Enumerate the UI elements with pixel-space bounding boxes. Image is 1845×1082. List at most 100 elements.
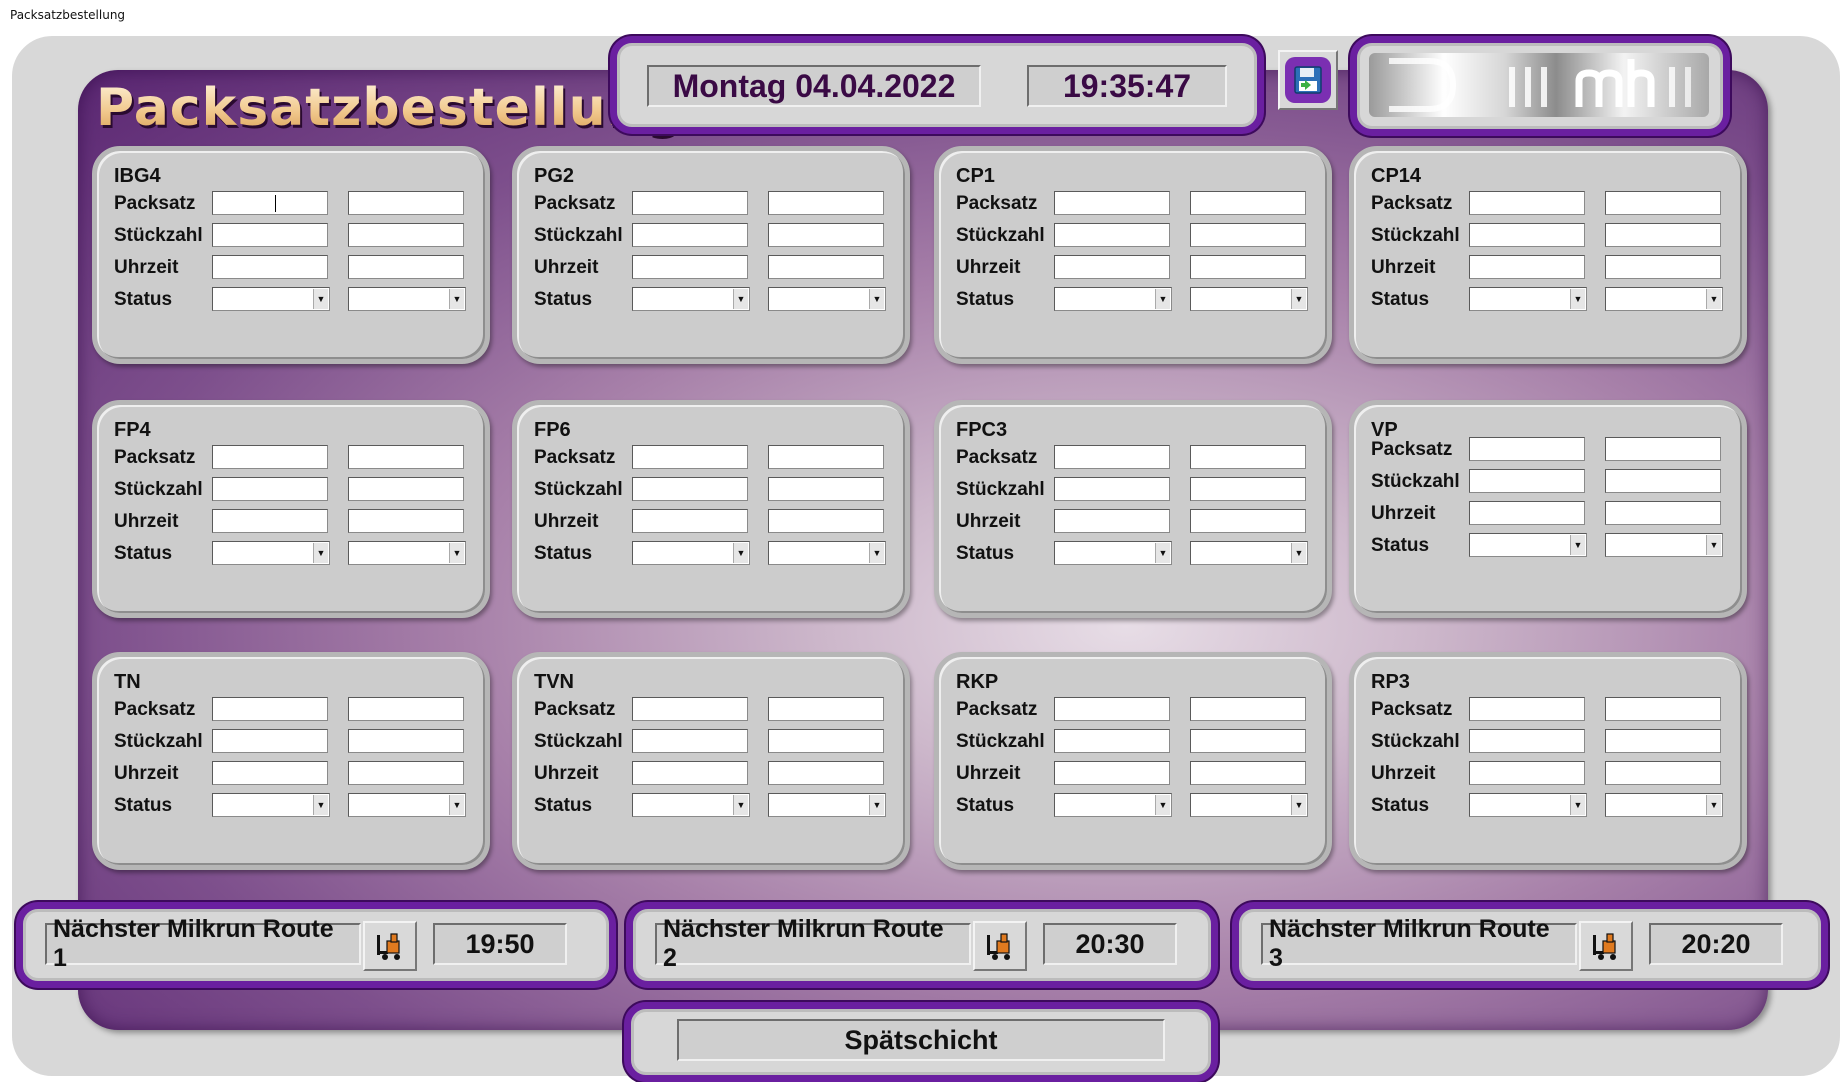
status-select-2[interactable]: ▼	[1190, 287, 1308, 311]
chevron-down-icon[interactable]: ▼	[733, 795, 748, 815]
uhrzeit-field-2[interactable]	[768, 255, 884, 279]
uhrzeit-field-2[interactable]	[1190, 509, 1306, 533]
forklift-icon[interactable]	[363, 921, 417, 971]
stueckzahl-field-2[interactable]	[1605, 469, 1721, 493]
status-select-1[interactable]: ▼	[212, 793, 330, 817]
packsatz-field-2[interactable]	[1190, 445, 1306, 469]
uhrzeit-field-1[interactable]	[1469, 501, 1585, 525]
stueckzahl-field-2[interactable]	[1605, 223, 1721, 247]
status-select-2[interactable]: ▼	[768, 287, 886, 311]
packsatz-field-1[interactable]	[212, 445, 328, 469]
uhrzeit-field-2[interactable]	[1605, 255, 1721, 279]
packsatz-field-2[interactable]	[768, 697, 884, 721]
stueckzahl-field-1[interactable]	[212, 223, 328, 247]
status-select-1[interactable]: ▼	[212, 287, 330, 311]
uhrzeit-field-2[interactable]	[348, 761, 464, 785]
packsatz-field-1[interactable]	[632, 445, 748, 469]
uhrzeit-field-1[interactable]	[632, 509, 748, 533]
packsatz-field-1[interactable]	[1054, 697, 1170, 721]
status-select-1[interactable]: ▼	[632, 541, 750, 565]
packsatz-field-2[interactable]	[348, 191, 464, 215]
packsatz-field-2[interactable]	[1605, 191, 1721, 215]
chevron-down-icon[interactable]: ▼	[733, 543, 748, 563]
chevron-down-icon[interactable]: ▼	[1291, 543, 1306, 563]
packsatz-field-1[interactable]	[1469, 697, 1585, 721]
uhrzeit-field-2[interactable]	[348, 509, 464, 533]
forklift-icon[interactable]	[973, 921, 1027, 971]
status-select-2[interactable]: ▼	[1605, 793, 1723, 817]
packsatz-field-2[interactable]	[348, 445, 464, 469]
packsatz-field-2[interactable]	[1605, 697, 1721, 721]
chevron-down-icon[interactable]: ▼	[1570, 535, 1585, 555]
chevron-down-icon[interactable]: ▼	[1155, 795, 1170, 815]
uhrzeit-field-1[interactable]	[1469, 255, 1585, 279]
stueckzahl-field-2[interactable]	[768, 477, 884, 501]
chevron-down-icon[interactable]: ▼	[1155, 289, 1170, 309]
chevron-down-icon[interactable]: ▼	[733, 289, 748, 309]
packsatz-field-2[interactable]	[768, 445, 884, 469]
chevron-down-icon[interactable]: ▼	[1570, 795, 1585, 815]
stueckzahl-field-2[interactable]	[768, 223, 884, 247]
chevron-down-icon[interactable]: ▼	[1706, 795, 1721, 815]
uhrzeit-field-1[interactable]	[212, 509, 328, 533]
stueckzahl-field-2[interactable]	[1190, 477, 1306, 501]
stueckzahl-field-2[interactable]	[768, 729, 884, 753]
stueckzahl-field-1[interactable]	[1469, 469, 1585, 493]
stueckzahl-field-2[interactable]	[348, 223, 464, 247]
status-select-2[interactable]: ▼	[1190, 793, 1308, 817]
status-select-1[interactable]: ▼	[212, 541, 330, 565]
stueckzahl-field-1[interactable]	[212, 477, 328, 501]
packsatz-field-1[interactable]	[632, 697, 748, 721]
forklift-icon[interactable]	[1579, 921, 1633, 971]
chevron-down-icon[interactable]: ▼	[869, 289, 884, 309]
uhrzeit-field-2[interactable]	[1190, 761, 1306, 785]
chevron-down-icon[interactable]: ▼	[1570, 289, 1585, 309]
status-select-1[interactable]: ▼	[632, 793, 750, 817]
status-select-2[interactable]: ▼	[1605, 533, 1723, 557]
chevron-down-icon[interactable]: ▼	[1291, 289, 1306, 309]
status-select-2[interactable]: ▼	[1190, 541, 1308, 565]
uhrzeit-field-1[interactable]	[212, 255, 328, 279]
chevron-down-icon[interactable]: ▼	[449, 289, 464, 309]
status-select-1[interactable]: ▼	[632, 287, 750, 311]
stueckzahl-field-1[interactable]	[632, 223, 748, 247]
status-select-1[interactable]: ▼	[1469, 793, 1587, 817]
status-select-2[interactable]: ▼	[348, 541, 466, 565]
stueckzahl-field-1[interactable]	[632, 729, 748, 753]
chevron-down-icon[interactable]: ▼	[1291, 795, 1306, 815]
chevron-down-icon[interactable]: ▼	[869, 795, 884, 815]
status-select-1[interactable]: ▼	[1054, 793, 1172, 817]
stueckzahl-field-2[interactable]	[1605, 729, 1721, 753]
uhrzeit-field-2[interactable]	[1605, 761, 1721, 785]
uhrzeit-field-1[interactable]	[1054, 761, 1170, 785]
chevron-down-icon[interactable]: ▼	[1706, 289, 1721, 309]
status-select-1[interactable]: ▼	[1054, 287, 1172, 311]
stueckzahl-field-1[interactable]	[1054, 729, 1170, 753]
packsatz-field-2[interactable]	[1605, 437, 1721, 461]
packsatz-field-1[interactable]	[1469, 437, 1585, 461]
stueckzahl-field-1[interactable]	[1469, 729, 1585, 753]
status-select-2[interactable]: ▼	[768, 793, 886, 817]
packsatz-field-1[interactable]	[1054, 445, 1170, 469]
stueckzahl-field-1[interactable]	[1469, 223, 1585, 247]
uhrzeit-field-2[interactable]	[348, 255, 464, 279]
chevron-down-icon[interactable]: ▼	[313, 543, 328, 563]
save-button[interactable]	[1278, 50, 1338, 110]
uhrzeit-field-1[interactable]	[1054, 255, 1170, 279]
packsatz-field-1[interactable]	[1054, 191, 1170, 215]
uhrzeit-field-1[interactable]	[1054, 509, 1170, 533]
chevron-down-icon[interactable]: ▼	[449, 543, 464, 563]
stueckzahl-field-1[interactable]	[212, 729, 328, 753]
status-select-2[interactable]: ▼	[768, 541, 886, 565]
status-select-1[interactable]: ▼	[1469, 287, 1587, 311]
stueckzahl-field-1[interactable]	[632, 477, 748, 501]
uhrzeit-field-1[interactable]	[212, 761, 328, 785]
uhrzeit-field-2[interactable]	[1605, 501, 1721, 525]
uhrzeit-field-1[interactable]	[1469, 761, 1585, 785]
stueckzahl-field-2[interactable]	[1190, 223, 1306, 247]
packsatz-field-2[interactable]	[1190, 191, 1306, 215]
packsatz-field-1[interactable]	[212, 191, 328, 215]
chevron-down-icon[interactable]: ▼	[313, 795, 328, 815]
packsatz-field-1[interactable]	[1469, 191, 1585, 215]
uhrzeit-field-2[interactable]	[768, 761, 884, 785]
